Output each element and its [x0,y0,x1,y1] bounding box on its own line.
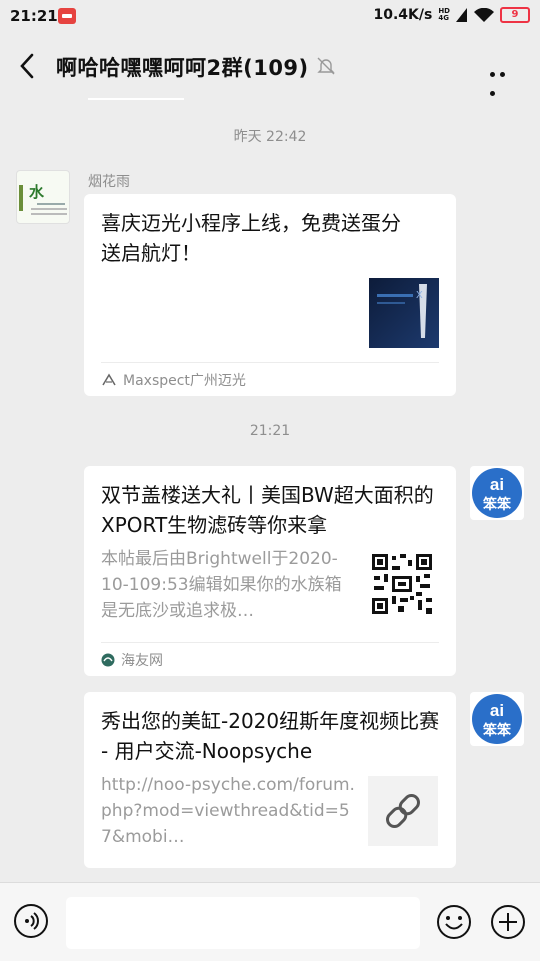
ai-benben-logo-icon: ai 笨笨 [472,694,522,744]
avatar-self[interactable]: ai 笨笨 [470,466,524,520]
card-divider [101,642,439,643]
status-bar: 21:21 10.4K/s HD 4G 9 [0,0,540,34]
link-icon [386,794,420,828]
svg-text:ai: ai [490,701,504,720]
signal-icon [456,8,467,22]
card-description: http://noo-psyche.com/forum.php?mod=view… [101,775,355,847]
message-input[interactable] [66,897,420,949]
source-name: Maxspect广州迈光 [123,373,246,389]
ai-benben-logo-icon: ai 笨笨 [472,468,522,518]
avatar-label: 水 [29,183,45,201]
voice-input-button[interactable] [14,904,48,938]
source-name: 海友网 [121,653,163,669]
plus-icon [491,905,525,939]
svg-text:X: X [416,290,423,301]
chat-title: 啊哈哈嘿嘿呵呵2群(109) [56,56,309,80]
card-title: 喜庆迈光小程序上线，免费送蛋分送启航灯！ [101,211,401,265]
link-card-2[interactable]: 双节盖楼送大礼丨美国BW超大面积的XPORT生物滤砖等你来拿 本帖最后由Brig… [84,466,456,676]
timestamp: 昨天 22:42 [233,129,307,145]
notification-icon [58,8,76,24]
card-divider [101,362,439,363]
more-options-icon[interactable] [490,62,518,96]
card-thumbnail: X [369,278,439,348]
emoji-button[interactable] [436,904,471,939]
battery-icon: 9 [500,7,530,23]
back-icon[interactable] [16,52,40,80]
emoji-icon [437,905,471,939]
status-right: 10.4K/s HD 4G 9 [373,7,530,23]
link-card-1[interactable]: 喜庆迈光小程序上线，免费送蛋分送启航灯！ X Maxspect广州迈光 [84,194,456,396]
svg-text:ai: ai [490,475,504,494]
svg-text:笨笨: 笨笨 [483,496,512,513]
chat-header: 啊哈哈嘿嘿呵呵2群(109) [0,34,540,98]
previous-message-edge [88,98,184,100]
qr-code-thumbnail [370,552,440,622]
link-card-3[interactable]: 秀出您的美缸-2020纽斯年度视频比赛 - 用户交流-Noopsyche htt… [84,692,456,868]
haiyou-logo-icon [101,653,115,667]
avatar-self[interactable]: ai 笨笨 [470,692,524,746]
voice-icon [25,912,39,930]
qr-code-icon [372,554,432,614]
composer-bar [0,882,540,961]
svg-text:笨笨: 笨笨 [483,722,512,739]
mute-bell-icon [317,57,335,75]
sender-name: 烟花雨 [88,174,130,190]
network-speed: 10.4K/s [373,7,433,23]
status-time: 21:21 [10,7,58,25]
card-description: 本帖最后由Brightwell于2020-10-109:53编辑如果你的水族箱是… [101,549,342,621]
card-source: Maxspect广州迈光 [101,370,246,390]
avatar-sender[interactable]: 水 [16,170,70,224]
timestamp: 21:21 [249,423,291,439]
card-title: 双节盖楼送大礼丨美国BW超大面积的XPORT生物滤砖等你来拿 [101,483,434,537]
more-functions-button[interactable] [490,904,525,939]
network-type: HD 4G [438,7,450,22]
maxspect-logo-icon [102,373,116,386]
card-title: 秀出您的美缸-2020纽斯年度视频比赛 - 用户交流-Noopsyche [101,709,440,763]
link-thumbnail [368,776,438,846]
product-image-icon: X [377,284,427,338]
card-source: 海友网 [101,650,163,670]
wifi-icon [474,8,494,22]
